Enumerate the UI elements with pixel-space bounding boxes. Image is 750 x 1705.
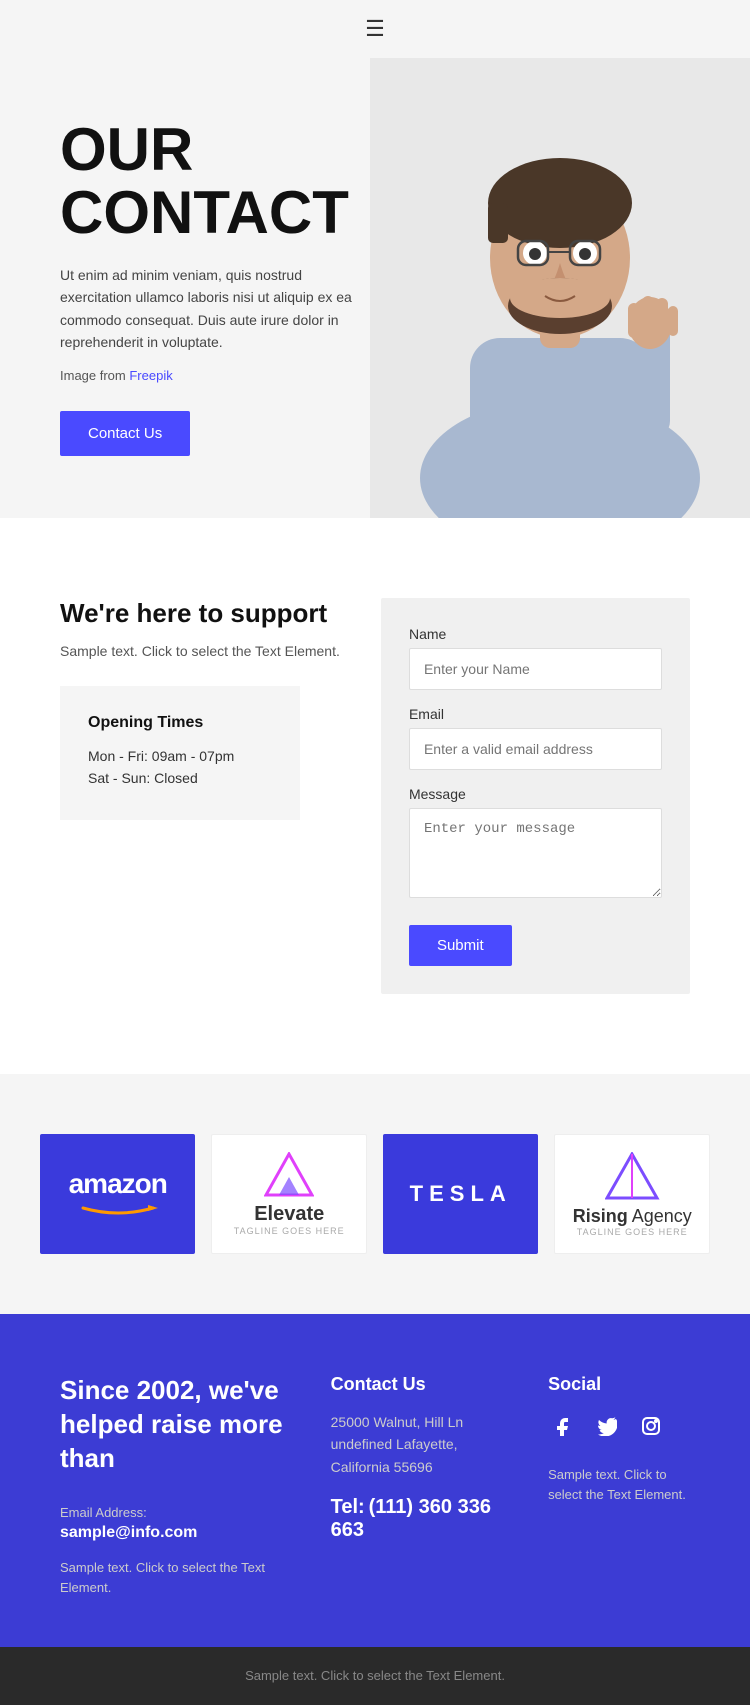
rising-logo: Rising Agency TAGLINE GOES HERE <box>573 1152 692 1237</box>
name-label: Name <box>409 626 662 642</box>
opening-times-weekdays: Mon - Fri: 09am - 07pm <box>88 748 272 764</box>
facebook-icon[interactable] <box>548 1411 578 1441</box>
footer-right: Social Sample text. Click to select <box>548 1374 690 1597</box>
hero-section: OUR CONTACT Ut enim ad minim veniam, qui… <box>0 58 750 518</box>
footer-social-title: Social <box>548 1374 690 1395</box>
amazon-text: amazon <box>69 1168 167 1200</box>
rising-logo-box: Rising Agency TAGLINE GOES HERE <box>554 1134 710 1254</box>
email-form-group: Email <box>409 706 662 770</box>
footer-contact-title: Contact Us <box>331 1374 508 1395</box>
footer-center: Contact Us 25000 Walnut, Hill Ln undefin… <box>331 1374 508 1597</box>
contact-form-wrapper: Name Email Message Submit <box>381 598 690 994</box>
support-text: Sample text. Click to select the Text El… <box>60 641 341 662</box>
footer-address: 25000 Walnut, Hill Ln undefined Lafayett… <box>331 1411 508 1478</box>
message-label: Message <box>409 786 662 802</box>
footer-bottom: Sample text. Click to select the Text El… <box>0 1647 750 1705</box>
elevate-text: Elevate <box>234 1203 345 1226</box>
header: ☰ <box>0 0 750 58</box>
name-input[interactable] <box>409 648 662 690</box>
footer-top: Since 2002, we've helped raise more than… <box>0 1314 750 1647</box>
opening-times-box: Opening Times Mon - Fri: 09am - 07pm Sat… <box>60 686 300 820</box>
contact-form: Name Email Message Submit <box>381 598 690 994</box>
contact-us-button[interactable]: Contact Us <box>60 411 190 456</box>
email-label: Email <box>409 706 662 722</box>
message-form-group: Message <box>409 786 662 903</box>
footer-social-sample: Sample text. Click to select the Text El… <box>548 1465 690 1504</box>
instagram-icon[interactable] <box>636 1411 666 1441</box>
elevate-logo-box: Elevate TAGLINE GOES HERE <box>211 1134 367 1254</box>
twitter-icon[interactable] <box>592 1411 622 1441</box>
rising-tagline: TAGLINE GOES HERE <box>573 1227 692 1237</box>
hero-body-text: Ut enim ad minim veniam, quis nostrud ex… <box>60 264 360 354</box>
footer-bottom-text: Sample text. Click to select the Text El… <box>245 1668 505 1683</box>
tesla-logo-box: TESLA <box>383 1134 538 1254</box>
opening-times-weekend: Sat - Sun: Closed <box>88 770 272 786</box>
footer-email-label: Email Address: <box>60 1505 291 1520</box>
hamburger-icon[interactable]: ☰ <box>365 16 385 42</box>
logos-section: amazon Elevate TAGLINE GOES HERE TESLA <box>0 1074 750 1314</box>
name-form-group: Name <box>409 626 662 690</box>
submit-button[interactable]: Submit <box>409 925 512 966</box>
hero-content: OUR CONTACT Ut enim ad minim veniam, qui… <box>0 58 420 516</box>
footer-tel: Tel: (111) 360 336 663 <box>331 1496 508 1542</box>
social-icons <box>548 1411 690 1441</box>
freepik-link[interactable]: Freepik <box>129 368 172 383</box>
hero-image-credit: Image from Freepik <box>60 368 360 383</box>
footer-left-sample-text: Sample text. Click to select the Text El… <box>60 1558 291 1597</box>
hero-title: OUR CONTACT <box>60 118 360 244</box>
elevate-tagline: TAGLINE GOES HERE <box>234 1226 345 1236</box>
support-section: We're here to support Sample text. Click… <box>0 518 750 1074</box>
rising-triangle-icon <box>573 1152 692 1200</box>
message-textarea[interactable] <box>409 808 662 898</box>
support-title: We're here to support <box>60 598 341 629</box>
rising-agency-text: Rising Agency <box>573 1206 692 1227</box>
amazon-logo: amazon <box>69 1168 167 1221</box>
tesla-text: TESLA <box>410 1181 512 1207</box>
amazon-arrow-icon <box>69 1200 167 1221</box>
hero-image <box>370 58 750 518</box>
opening-times-title: Opening Times <box>88 714 272 732</box>
footer-left: Since 2002, we've helped raise more than… <box>60 1374 291 1597</box>
amazon-logo-box: amazon <box>40 1134 195 1254</box>
footer-email: sample@info.com <box>60 1524 291 1542</box>
support-left: We're here to support Sample text. Click… <box>60 598 341 820</box>
elevate-triangle-icon <box>234 1152 345 1197</box>
email-input[interactable] <box>409 728 662 770</box>
elevate-logo: Elevate TAGLINE GOES HERE <box>234 1152 345 1236</box>
footer-tagline: Since 2002, we've helped raise more than <box>60 1374 291 1475</box>
